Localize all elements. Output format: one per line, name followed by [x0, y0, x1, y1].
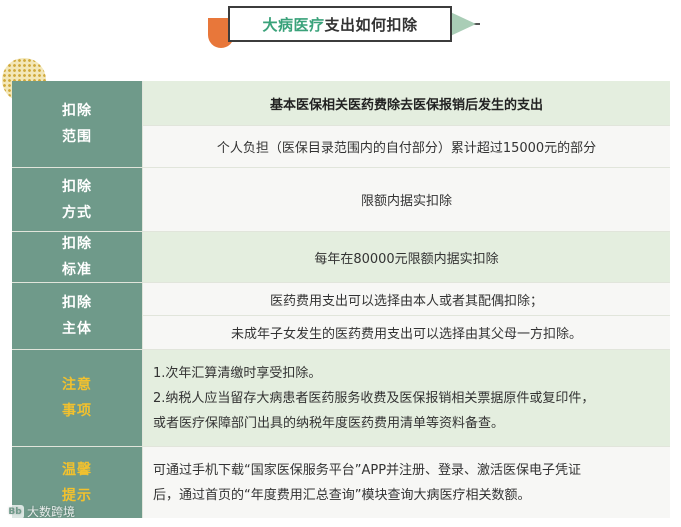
- row-label-subject: 扣除 主体: [12, 283, 142, 349]
- title-highlight: 大病医疗: [262, 15, 325, 34]
- label-line: 标准: [62, 262, 92, 278]
- label-line: 扣除: [62, 236, 92, 252]
- label-line: 主体: [62, 321, 92, 337]
- standard-text: 每年在80000元限额内据实扣除: [143, 232, 670, 282]
- tips-line-2: 后，通过首页的“年度费用汇总查询”模块查询大病医疗相关数额。: [153, 487, 531, 503]
- notes-block: 1.次年汇算清缴时享受扣除。 2.纳税人应当留存大病患者医药服务收费及医保报销相…: [143, 350, 670, 446]
- watermark-logo-icon: Bb: [6, 504, 24, 519]
- watermark: Bb 大数跨境: [6, 503, 75, 520]
- label-line: 注意: [62, 377, 92, 393]
- page-title: 大病医疗 支出如何扣除: [228, 6, 452, 42]
- notes-line-3: 或者医疗保障部门出具的纳税年度医药费用清单等资料备查。: [153, 415, 505, 431]
- label-line: 事项: [62, 403, 92, 419]
- method-text: 限额内据实扣除: [143, 168, 670, 231]
- deduction-table: 扣除 范围 基本医保相关医药费除去医保报销后发生的支出 个人负担（医保目录范围内…: [12, 81, 670, 518]
- row-label-scope: 扣除 范围: [12, 81, 142, 167]
- notes-line-1: 1.次年汇算清缴时享受扣除。: [153, 365, 322, 381]
- tips-line-1: 可通过手机下载“国家医保服务平台”APP并注册、登录、激活医保电子凭证: [153, 462, 582, 478]
- scope-line-2: 个人负担（医保目录范围内的自付部分）累计超过15000元的部分: [143, 126, 670, 167]
- tips-block: 可通过手机下载“国家医保服务平台”APP并注册、登录、激活医保电子凭证 后，通过…: [143, 447, 670, 518]
- scope-line-1: 基本医保相关医药费除去医保报销后发生的支出: [143, 81, 670, 125]
- label-line: 温馨: [62, 461, 92, 478]
- label-line: 扣除: [62, 295, 92, 311]
- row-label-method: 扣除 方式: [12, 168, 142, 231]
- subject-line-2: 未成年子女发生的医药费用支出可以选择由其父母一方扣除。: [143, 316, 670, 349]
- label-line: 方式: [62, 204, 92, 221]
- row-label-notes: 注意 事项: [12, 350, 142, 446]
- header-banner: 大病医疗 支出如何扣除: [206, 4, 480, 48]
- title-rest: 支出如何扣除: [324, 15, 418, 34]
- label-line: 扣除: [62, 178, 92, 195]
- notes-line-2: 2.纳税人应当留存大病患者医药服务收费及医保报销相关票据原件或复印件，: [153, 390, 595, 406]
- row-label-standard: 扣除 标准: [12, 232, 142, 282]
- label-line: 范围: [62, 129, 92, 145]
- subject-line-1: 医药费用支出可以选择由本人或者其配偶扣除；: [143, 283, 670, 315]
- label-line: 扣除: [62, 103, 92, 119]
- watermark-text: 大数跨境: [27, 505, 76, 519]
